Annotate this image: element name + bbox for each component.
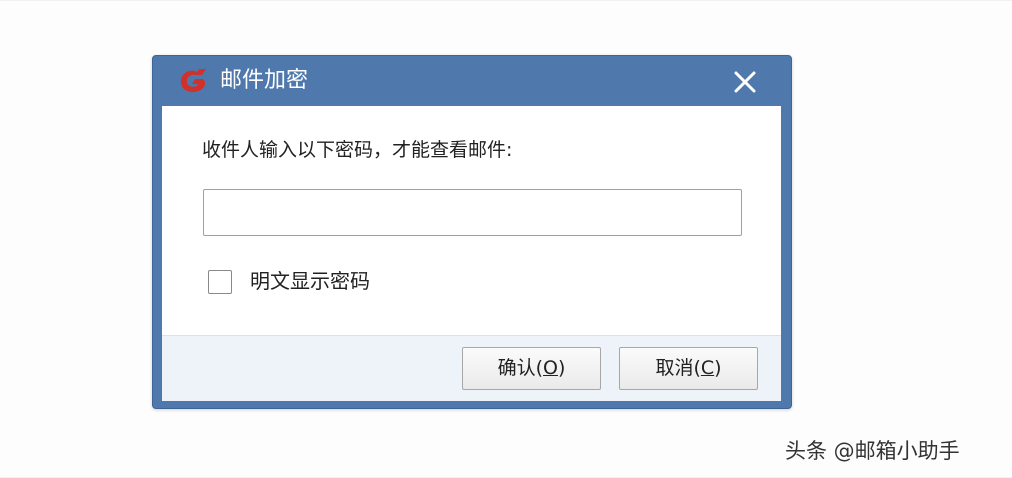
dialog-content: 收件人输入以下密码，才能查看邮件: 明文显示密码 [162, 106, 781, 335]
ok-button-accelerator: O [543, 357, 558, 379]
email-encryption-dialog: 邮件加密 收件人输入以下密码，才能查看邮件: 明文显示密码 确认(O) 取消(C… [152, 55, 792, 409]
dialog-titlebar[interactable]: 邮件加密 [153, 56, 791, 106]
show-plaintext-checkbox[interactable] [208, 270, 232, 294]
cancel-button[interactable]: 取消(C) [619, 347, 758, 390]
ok-button-label-prefix: 确认( [497, 357, 544, 379]
show-plaintext-label[interactable]: 明文显示密码 [250, 267, 370, 295]
watermark-text: 头条 @邮箱小助手 [785, 439, 960, 463]
password-prompt: 收件人输入以下密码，才能查看邮件: [202, 139, 513, 161]
background-frame-line-top [0, 0, 1012, 1]
cancel-button-label-suffix: ) [714, 357, 722, 379]
dialog-button-bar: 确认(O) 取消(C) [162, 335, 781, 401]
close-icon[interactable] [730, 67, 760, 97]
cancel-button-accelerator: C [700, 357, 715, 379]
dialog-title: 邮件加密 [220, 68, 309, 93]
password-input[interactable] [203, 189, 742, 236]
cancel-button-label-prefix: 取消( [655, 357, 701, 379]
ok-button[interactable]: 确认(O) [462, 347, 601, 390]
ok-button-label-suffix: ) [557, 357, 566, 379]
app-logo-icon [178, 68, 208, 96]
